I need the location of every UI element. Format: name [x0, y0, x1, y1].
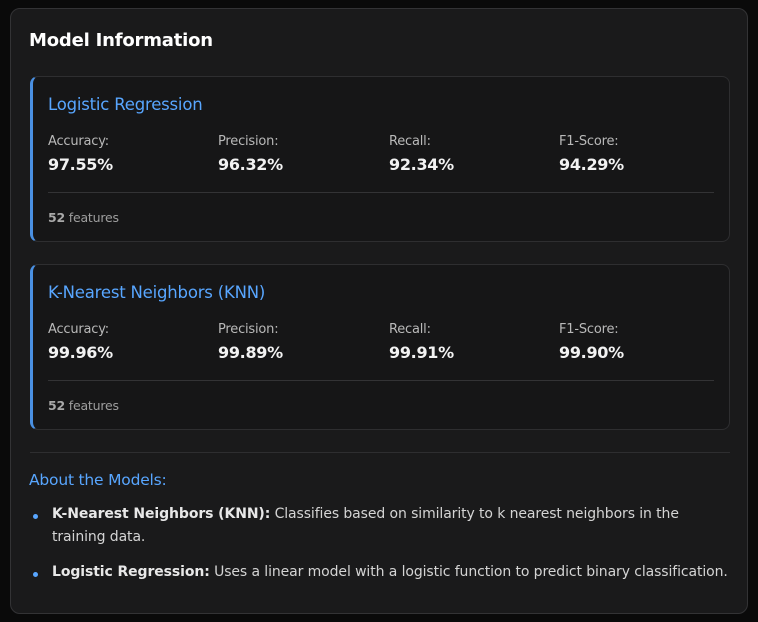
metric-label: Accuracy: — [48, 134, 109, 149]
feature-count: 52 features — [48, 210, 119, 225]
metric-accuracy: Accuracy: 99.96% — [48, 322, 208, 362]
panel-title: Model Information — [29, 30, 213, 51]
metric-label: Precision: — [218, 134, 279, 149]
bullet-icon — [33, 514, 38, 519]
about-models-heading: About the Models: — [29, 471, 167, 489]
metric-label: Recall: — [389, 134, 431, 149]
card-divider — [48, 380, 714, 381]
about-item-description: Uses a linear model with a logistic func… — [214, 564, 728, 580]
card-divider — [48, 192, 714, 193]
metric-value: 96.32% — [218, 155, 283, 174]
feature-count: 52 features — [48, 398, 119, 413]
metric-recall: Recall: 92.34% — [389, 134, 549, 174]
metric-label: Accuracy: — [48, 322, 109, 337]
metric-label: F1-Score: — [559, 134, 619, 149]
metric-label: Recall: — [389, 322, 431, 337]
about-item-knn: K-Nearest Neighbors (KNN): Classifies ba… — [29, 503, 729, 549]
model-name: K-Nearest Neighbors (KNN) — [48, 283, 266, 302]
about-item-term: K-Nearest Neighbors (KNN): — [52, 506, 271, 522]
metric-value: 99.89% — [218, 343, 283, 362]
metric-value: 99.90% — [559, 343, 624, 362]
feature-count-number: 52 — [48, 210, 65, 225]
metric-value: 99.91% — [389, 343, 454, 362]
metric-value: 92.34% — [389, 155, 454, 174]
section-divider — [30, 452, 730, 453]
metric-f1-score: F1-Score: 94.29% — [559, 134, 719, 174]
model-card-logistic-regression: Logistic Regression Accuracy: 97.55% Pre… — [30, 76, 730, 242]
metric-accuracy: Accuracy: 97.55% — [48, 134, 208, 174]
feature-count-label: features — [68, 210, 119, 225]
metric-recall: Recall: 99.91% — [389, 322, 549, 362]
metric-f1-score: F1-Score: 99.90% — [559, 322, 719, 362]
metric-precision: Precision: 99.89% — [218, 322, 378, 362]
model-name: Logistic Regression — [48, 95, 203, 114]
feature-count-label: features — [68, 398, 119, 413]
model-card-knn: K-Nearest Neighbors (KNN) Accuracy: 99.9… — [30, 264, 730, 430]
bullet-icon — [33, 572, 38, 577]
feature-count-number: 52 — [48, 398, 65, 413]
about-models-list: K-Nearest Neighbors (KNN): Classifies ba… — [29, 503, 729, 584]
metric-label: Precision: — [218, 322, 279, 337]
about-item-term: Logistic Regression: — [52, 564, 210, 580]
metric-value: 97.55% — [48, 155, 113, 174]
metric-value: 99.96% — [48, 343, 113, 362]
about-item-logistic-regression: Logistic Regression: Uses a linear model… — [29, 561, 729, 584]
metric-label: F1-Score: — [559, 322, 619, 337]
metric-value: 94.29% — [559, 155, 624, 174]
model-information-panel: Model Information Logistic Regression Ac… — [10, 8, 748, 614]
metric-precision: Precision: 96.32% — [218, 134, 378, 174]
